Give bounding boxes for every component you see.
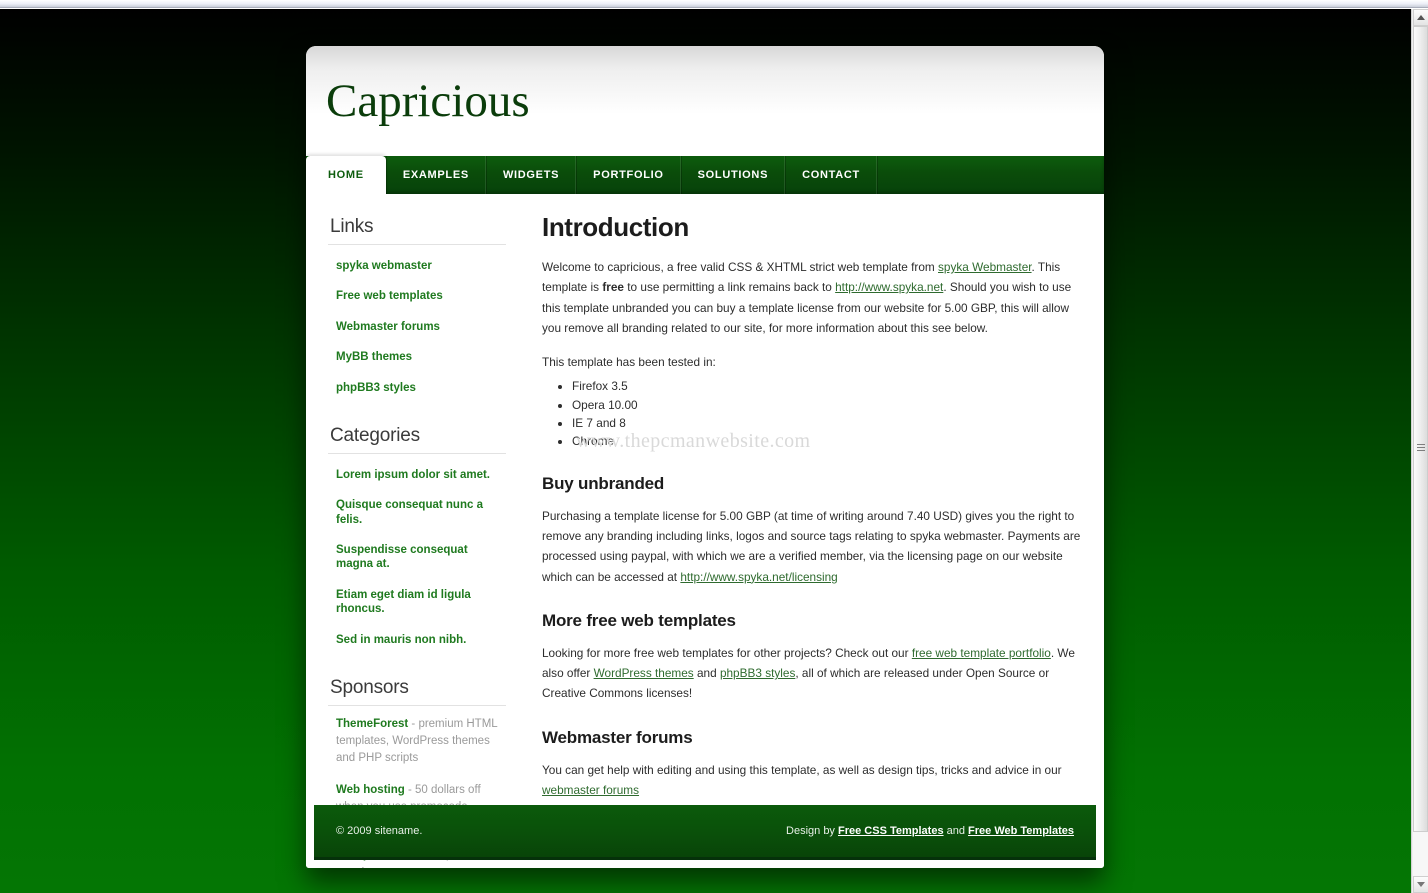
browser-viewport: Capricious HOME EXAMPLES WIDGETS PORTFOL… bbox=[0, 0, 1428, 893]
more-paragraph: Looking for more free web templates for … bbox=[542, 643, 1086, 704]
chevron-down-icon bbox=[1417, 882, 1425, 887]
page-container: Capricious HOME EXAMPLES WIDGETS PORTFOL… bbox=[306, 46, 1104, 868]
list-item: Lorem ipsum dolor sit amet. bbox=[328, 460, 506, 490]
sidebar-heading-links: Links bbox=[328, 216, 506, 245]
scrollbar-thumb[interactable] bbox=[1413, 26, 1428, 832]
browser-list: Firefox 3.5 Opera 10.00 IE 7 and 8 Chrom… bbox=[542, 378, 1086, 449]
sidebar-category-3[interactable]: Suspendisse consequat magna at. bbox=[328, 535, 506, 580]
sidebar-heading-sponsors: Sponsors bbox=[328, 677, 506, 706]
scrollbar-down-button[interactable] bbox=[1413, 876, 1428, 893]
page-title-introduction: Introduction bbox=[542, 212, 689, 242]
sidebar-link-webmaster-forums[interactable]: Webmaster forums bbox=[328, 312, 506, 342]
footer-link-free-web-templates[interactable]: Free Web Templates bbox=[968, 825, 1074, 837]
sidebar-link-mybb-themes[interactable]: MyBB themes bbox=[328, 342, 506, 372]
sidebar-section-links: Links spyka webmaster Free web templates… bbox=[328, 216, 506, 403]
list-item: Suspendisse consequat magna at. bbox=[328, 535, 506, 580]
list-item: Chrome bbox=[572, 433, 1086, 450]
nav-item-contact[interactable]: CONTACT bbox=[785, 156, 877, 194]
list-item: IE 7 and 8 bbox=[572, 415, 1086, 432]
link-spyka-licensing[interactable]: http://www.spyka.net/licensing bbox=[680, 570, 837, 584]
sidebar-heading-categories: Categories bbox=[328, 425, 506, 454]
intro-text-c: to use permitting a link remains back to bbox=[623, 280, 836, 295]
site-header: Capricious bbox=[306, 46, 1104, 156]
more-text-a: Looking for more free web templates for … bbox=[542, 645, 912, 660]
sponsor-themeforest: ThemeForest - premium HTML templates, Wo… bbox=[328, 712, 506, 778]
sidebar-category-1[interactable]: Lorem ipsum dolor sit amet. bbox=[328, 460, 506, 490]
main-content: www.thepcmanwebsite.com Introduction Wel… bbox=[524, 194, 1104, 838]
list-item: Quisque consequat nunc a felis. bbox=[328, 490, 506, 535]
footer-and-label: and bbox=[943, 825, 969, 837]
link-webmaster-forums[interactable]: webmaster forums bbox=[542, 783, 639, 797]
intro-paragraph: Welcome to capricious, a free valid CSS … bbox=[542, 257, 1086, 338]
footer-link-free-css-templates[interactable]: Free CSS Templates bbox=[838, 825, 944, 837]
link-wordpress-themes[interactable]: WordPress themes bbox=[594, 666, 694, 680]
intro-text-free: free bbox=[602, 280, 624, 295]
sidebar-link-phpbb3-styles[interactable]: phpBB3 styles bbox=[328, 373, 506, 403]
sponsor-name-web-hosting[interactable]: Web hosting bbox=[336, 784, 405, 796]
scrollbar-up-button[interactable] bbox=[1413, 9, 1428, 26]
link-spyka-net[interactable]: http://www.spyka.net bbox=[835, 280, 943, 294]
more-text-c: and bbox=[693, 666, 720, 681]
list-item: Etiam eget diam id ligula rhoncus. bbox=[328, 580, 506, 625]
vertical-scrollbar[interactable] bbox=[1411, 9, 1428, 893]
nav-item-home[interactable]: HOME bbox=[306, 156, 386, 194]
site-logo[interactable]: Capricious bbox=[326, 78, 530, 125]
sidebar-category-4[interactable]: Etiam eget diam id ligula rhoncus. bbox=[328, 580, 506, 625]
section-heading-buy-unbranded: Buy unbranded bbox=[542, 473, 665, 493]
section-heading-webmaster-forums: Webmaster forums bbox=[542, 727, 693, 747]
section-heading-more-free-web-templates: More free web templates bbox=[542, 610, 736, 630]
chevron-up-icon bbox=[1417, 15, 1425, 20]
list-item: Webmaster forums bbox=[328, 312, 506, 342]
list-item: Free web templates bbox=[328, 281, 506, 311]
nav-item-widgets[interactable]: WIDGETS bbox=[485, 156, 577, 194]
list-item: Firefox 3.5 bbox=[572, 378, 1086, 395]
page-background: Capricious HOME EXAMPLES WIDGETS PORTFOL… bbox=[0, 9, 1411, 893]
list-item: Opera 10.00 bbox=[572, 397, 1086, 414]
intro-text-a: Welcome to capricious, a free valid CSS … bbox=[542, 260, 938, 274]
link-free-web-template-portfolio[interactable]: free web template portfolio bbox=[912, 646, 1051, 660]
nav-filler bbox=[876, 156, 1104, 194]
footer-design-credit: Design by Free CSS Templates and Free We… bbox=[786, 825, 1074, 837]
sidebar-section-categories: Categories Lorem ipsum dolor sit amet. Q… bbox=[328, 425, 506, 655]
tested-in-label: This template has been tested in: bbox=[542, 355, 716, 370]
scrollbar-grip-icon bbox=[1416, 444, 1425, 451]
footer-design-label: Design by bbox=[786, 825, 838, 837]
sidebar-category-2[interactable]: Quisque consequat nunc a felis. bbox=[328, 490, 506, 535]
sidebar-category-5[interactable]: Sed in mauris non nibh. bbox=[328, 625, 506, 655]
list-item: phpBB3 styles bbox=[328, 373, 506, 403]
nav-item-examples[interactable]: EXAMPLES bbox=[385, 156, 486, 194]
list-item: MyBB themes bbox=[328, 342, 506, 372]
site-footer: © 2009 sitename. Design by Free CSS Temp… bbox=[314, 805, 1096, 860]
sidebar: Links spyka webmaster Free web templates… bbox=[306, 194, 524, 868]
list-item: Sed in mauris non nibh. bbox=[328, 625, 506, 655]
sidebar-categories-list: Lorem ipsum dolor sit amet. Quisque cons… bbox=[328, 460, 506, 655]
sidebar-links-list: spyka webmaster Free web templates Webma… bbox=[328, 251, 506, 403]
footer-copyright: © 2009 sitename. bbox=[336, 825, 423, 837]
nav-item-portfolio[interactable]: PORTFOLIO bbox=[576, 156, 681, 194]
sidebar-link-spyka-webmaster[interactable]: spyka webmaster bbox=[328, 251, 506, 281]
buy-paragraph: Purchasing a template license for 5.00 G… bbox=[542, 506, 1086, 587]
list-item: spyka webmaster bbox=[328, 251, 506, 281]
forums-paragraph: You can get help with editing and using … bbox=[542, 760, 1086, 801]
browser-chrome-strip bbox=[0, 0, 1428, 8]
forums-text-a: You can get help with editing and using … bbox=[542, 762, 1062, 777]
link-spyka-webmaster[interactable]: spyka Webmaster bbox=[938, 260, 1032, 274]
sponsor-name-themeforest[interactable]: ThemeForest bbox=[336, 718, 408, 730]
body-area: Links spyka webmaster Free web templates… bbox=[306, 194, 1104, 868]
link-phpbb3-styles[interactable]: phpBB3 styles bbox=[720, 666, 795, 680]
nav-item-solutions[interactable]: SOLUTIONS bbox=[680, 156, 786, 194]
sidebar-link-free-web-templates[interactable]: Free web templates bbox=[328, 281, 506, 311]
main-navigation: HOME EXAMPLES WIDGETS PORTFOLIO SOLUTION… bbox=[306, 156, 1104, 194]
